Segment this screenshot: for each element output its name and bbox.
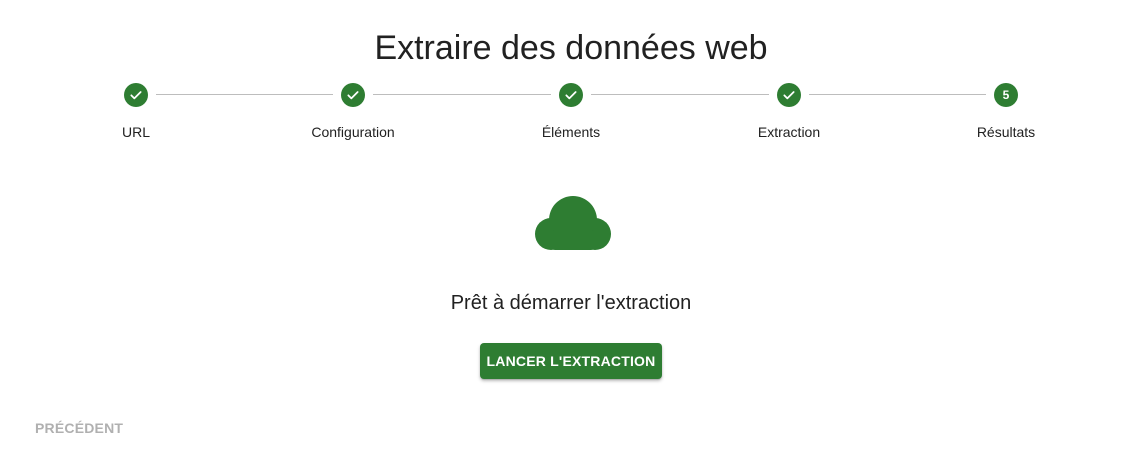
stepper: URL Configuration Éléments Extraction 5 … bbox=[0, 82, 1142, 146]
step-2-check-icon bbox=[341, 83, 365, 107]
step-label-elements: Éléments bbox=[541, 124, 601, 140]
page-title: Extraire des données web bbox=[374, 29, 768, 67]
step-3-check-icon bbox=[559, 83, 583, 107]
step-connector bbox=[809, 94, 986, 95]
step-label-results: Résultats bbox=[976, 124, 1036, 140]
step-1-check-icon bbox=[124, 83, 148, 107]
step-5-number-badge: 5 bbox=[994, 83, 1018, 107]
step-label-extraction: Extraction bbox=[757, 124, 821, 140]
step-4-check-icon bbox=[777, 83, 801, 107]
cloud-icon bbox=[535, 196, 611, 250]
launch-extraction-button[interactable]: LANCER L'EXTRACTION bbox=[480, 343, 662, 379]
previous-button[interactable]: PRÉCÉDENT bbox=[26, 414, 132, 442]
step-connector bbox=[591, 94, 769, 95]
step-label-configuration: Configuration bbox=[311, 124, 395, 140]
extraction-wizard-page: Extraire des données web URL Configurati… bbox=[0, 0, 1142, 471]
status-text: Prêt à démarrer l'extraction bbox=[450, 292, 692, 314]
step-connector bbox=[373, 94, 551, 95]
step-label-url: URL bbox=[121, 124, 150, 140]
step-connector bbox=[156, 94, 333, 95]
